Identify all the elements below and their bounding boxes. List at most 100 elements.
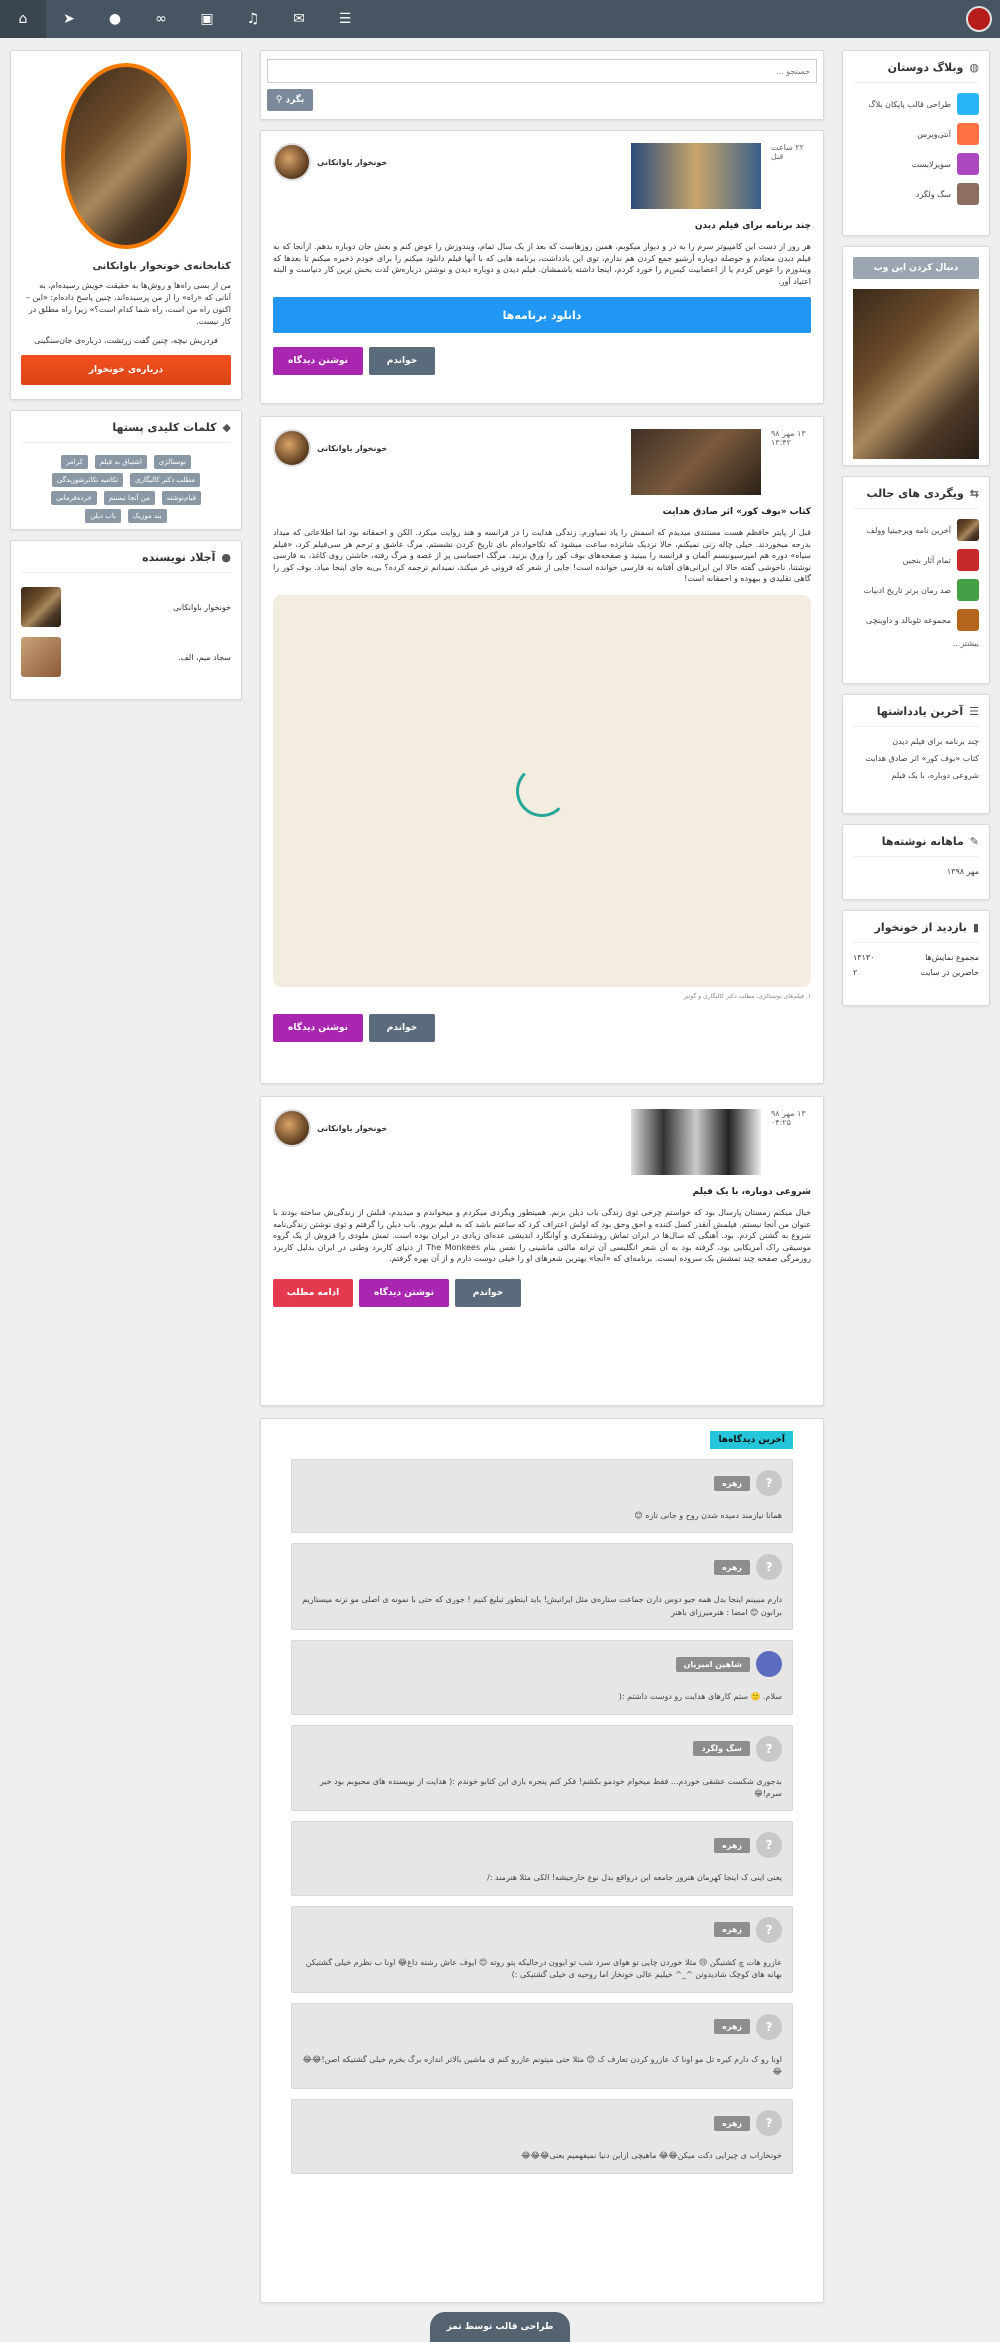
post-title[interactable]: چند برنامه برای فیلم دیدن: [273, 221, 811, 231]
quote-source: فردریش نیچه، چنین گفت زرتشت، درباره‌ی جا…: [34, 336, 218, 345]
comment-item: ? زهره همانا نیازمند دمیده شدن روح و جانی …: [291, 1459, 793, 1534]
friend-link[interactable]: طراحی قالب پاپکان بلاگ: [853, 93, 979, 115]
feature-link[interactable]: آخرین نامه ویرجینیا وولف: [853, 519, 979, 541]
post-author[interactable]: خونخوار باوانکانی: [273, 143, 387, 181]
main-content: بگرد ⚲ ۲۲ ساعت قبل خونخوار باوانکانی چند…: [260, 50, 824, 2303]
tag-link[interactable]: نوستالژی: [153, 455, 191, 469]
post-title[interactable]: کتاب «بوف کور» اثر صادق هدایت: [273, 507, 811, 517]
features-more-link[interactable]: بیشتر...: [853, 639, 979, 648]
tag-link[interactable]: اشتیاق به فیلم: [94, 455, 147, 469]
tag-link[interactable]: من آنجا نیستم: [103, 491, 155, 505]
post-card: ۲۲ ساعت قبل خونخوار باوانکانی چند برنامه…: [260, 130, 824, 404]
comment-text: عازرو هات چ کشتیگن 😢 مثلا خوردن چایی تو …: [305, 1957, 782, 1980]
user-icon[interactable]: ●: [92, 0, 138, 38]
download-button[interactable]: دانلود برنامه‌ها: [273, 297, 811, 334]
user-avatar-icon: ?: [756, 1554, 782, 1581]
share-icon: ⇆: [969, 487, 979, 500]
about-button[interactable]: درباره‌ی خونخوار: [21, 355, 231, 385]
mail-icon[interactable]: ✉: [276, 0, 322, 38]
write-comment-button[interactable]: نوشتن دیدگاه: [273, 347, 363, 376]
recent-link[interactable]: چند برنامه برای فیلم دیدن: [853, 737, 979, 746]
feature-link[interactable]: صد رمان برتر تاریخ ادبیات: [853, 579, 979, 601]
friend-link[interactable]: آنتی‌ویرس: [853, 123, 979, 145]
recent-link[interactable]: شروعی دوباره، با یک فیلم: [853, 771, 979, 780]
tag-link[interactable]: خرده‌فرمانی: [51, 491, 97, 505]
tag-link[interactable]: تکامیه تکاثرشوریدگی: [51, 473, 124, 487]
author-item[interactable]: سجاد میم، الف.: [21, 637, 231, 677]
tag-link[interactable]: باب دیلن: [85, 509, 121, 523]
post-image: [631, 429, 761, 495]
menu-icon[interactable]: ☰: [322, 0, 368, 38]
footer-credit[interactable]: طراحی قالب توسط تمز: [430, 2312, 570, 2342]
friend-link[interactable]: سگ ولگرد: [853, 183, 979, 205]
comments-panel: آخرین دیدگاه‌ها ? زهره همانا نیازمند دمیده…: [260, 1418, 824, 2303]
write-comment-button[interactable]: نوشتن دیدگاه: [359, 1278, 449, 1307]
stats-row: حاضرین در سایت ۲: [853, 968, 979, 977]
home-icon[interactable]: ⌂: [0, 0, 46, 38]
feature-link[interactable]: تمام آثار بنجین: [853, 549, 979, 571]
user-avatar-icon: ?: [756, 2110, 782, 2137]
top-navbar: ⌂ ➤ ● ∞ ▣ ♫ ✉ ☰: [0, 0, 1000, 38]
read-button[interactable]: خواندم: [369, 1013, 435, 1042]
comment-text: اونا رو ک دارم کیره تل مو اونا ک عازرو ک…: [302, 2054, 782, 2076]
post-date: ۲۲ ساعت قبل: [771, 143, 804, 161]
tag-link[interactable]: مطلب دکتر کالیگاری: [129, 473, 201, 487]
comment-author[interactable]: شاهین امیریان: [675, 1656, 750, 1672]
comment-author[interactable]: زهره: [714, 1475, 750, 1491]
author-avatar: [273, 143, 311, 181]
post-title[interactable]: شروعی دوباره، با یک فیلم: [273, 1187, 811, 1197]
tag-link[interactable]: کرامر: [61, 455, 88, 469]
author-avatar: [21, 637, 61, 677]
author-item[interactable]: خونخوار باوانکانی: [21, 587, 231, 627]
user-avatar-icon: ?: [756, 1735, 782, 1762]
library-quote: من از بسی راه‌ها و روش‌ها به حقیقت خویش …: [25, 281, 231, 326]
friend-thumb: [957, 153, 979, 175]
comment-author[interactable]: زهره: [714, 2019, 750, 2035]
link-icon[interactable]: ∞: [138, 0, 184, 38]
comment-item: شاهین امیریان سلام. 🙂 ستم کارهای هدایت رو…: [291, 1640, 793, 1715]
music-icon[interactable]: ♫: [230, 0, 276, 38]
recent-link[interactable]: کتاب «بوف کور» اثر صادق هدایت: [853, 754, 979, 763]
comment-author[interactable]: زهره: [714, 2115, 750, 2131]
tag-link[interactable]: قیام‌نوشته: [161, 491, 201, 505]
friend-link[interactable]: سوپرلایست: [853, 153, 979, 175]
search-panel: بگرد ⚲: [260, 50, 824, 120]
comment-item: ? زهره دارم میبینم اینجا بدل همه جیو دوس د…: [291, 1543, 793, 1631]
comment-author[interactable]: سگ ولگرد: [693, 1741, 750, 1757]
list-icon: ☰: [969, 705, 979, 718]
comment-item: ? زهره اونا رو ک دارم کیره تل مو اونا ک عا…: [291, 2002, 793, 2090]
site-logo[interactable]: [966, 6, 992, 32]
features-widget: ⇆ ویگردی های جالب آخرین نامه ویرجینیا وول…: [842, 476, 990, 684]
tag-link[interactable]: بند موزیک: [127, 509, 167, 523]
comment-author[interactable]: زهره: [714, 1837, 750, 1853]
friends-title: وبلاگ دوستان: [887, 61, 964, 74]
feature-thumb: [957, 579, 979, 601]
feature-link[interactable]: مجموعه تئوبالد و داوینچی: [853, 609, 979, 631]
authors-widget: ● آجلاد نویسنده خونخوار باوانکانی سجاد می…: [10, 540, 242, 700]
search-button[interactable]: بگرد ⚲: [267, 89, 313, 111]
feature-thumb: [957, 549, 979, 571]
write-comment-button[interactable]: نوشتن دیدگاه: [273, 1013, 363, 1042]
read-more-button[interactable]: ادامه مطلب: [273, 1278, 353, 1307]
comment-author[interactable]: زهره: [714, 1559, 750, 1575]
search-input[interactable]: [267, 59, 817, 83]
post-author[interactable]: خونخوار باوانکانی: [273, 1109, 387, 1147]
user-avatar-icon: ?: [756, 1832, 782, 1859]
send-icon[interactable]: ➤: [46, 0, 92, 38]
comment-text: بدجوری شکست عشقی خوردم... فقط میخوام خود…: [319, 1776, 782, 1798]
post-body: هر روز از دست این کامپیوتر سرم را به در …: [273, 242, 811, 286]
user-avatar-icon: ?: [756, 1470, 782, 1496]
comment-text: خونخاراب ی چیزایی دکت میکن😂😂 ماهیچی ازای…: [521, 2151, 782, 2161]
left-sidebar: کتابخانه‌ی خونخوار باوانکانی من از بسی ر…: [10, 50, 242, 710]
film-icon[interactable]: ▣: [184, 0, 230, 38]
author-avatar: [21, 587, 61, 627]
friend-thumb: [957, 183, 979, 205]
comment-author[interactable]: زهره: [714, 1922, 750, 1938]
follow-button[interactable]: دنبال کردن این وب: [853, 257, 979, 279]
video-embed[interactable]: [273, 594, 811, 987]
read-button[interactable]: خواندم: [455, 1278, 521, 1307]
archive-link[interactable]: مهر ۱۳۹۸: [853, 867, 979, 876]
globe-icon: ◍: [969, 61, 979, 74]
read-button[interactable]: خواندم: [369, 347, 435, 376]
post-author[interactable]: خونخوار باوانکانی: [273, 429, 387, 467]
